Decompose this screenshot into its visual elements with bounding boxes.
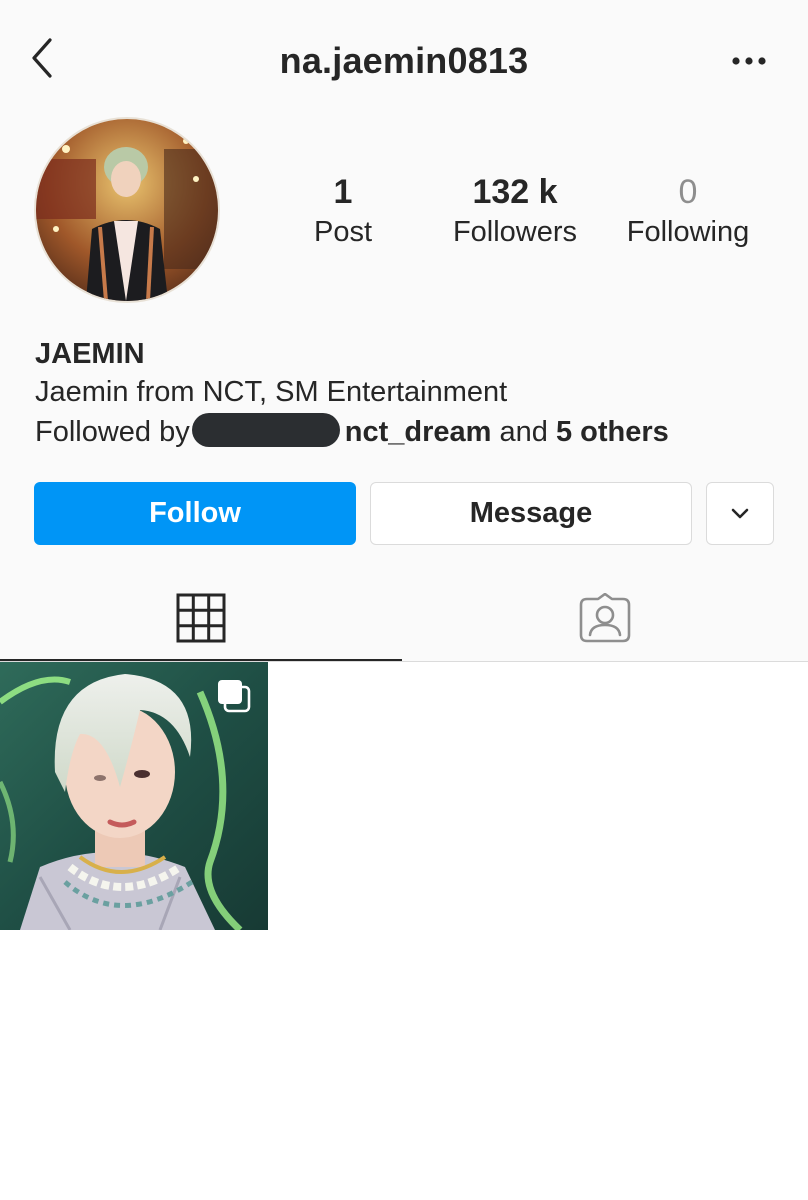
posts-count: 1 Post (292, 170, 394, 250)
profile-photo (36, 119, 218, 301)
more-horizontal-icon (732, 57, 766, 65)
followed-by-line[interactable]: Followed by nct_dream and 5 others (35, 412, 669, 452)
followed-by-conjunction: and (499, 416, 548, 448)
followed-by-others[interactable]: 5 others (556, 416, 669, 448)
profile-header: na.jaemin0813 (0, 0, 808, 120)
followers-count[interactable]: 132 k Followers (448, 170, 582, 250)
username-title: na.jaemin0813 (279, 40, 529, 81)
posts-count-value: 1 (333, 173, 353, 211)
bio-text: Jaemin from NCT, SM Entertainment (35, 376, 508, 408)
tab-posts-grid[interactable] (0, 575, 402, 661)
tagged-person-icon (579, 593, 631, 643)
post-thumbnail[interactable] (0, 662, 268, 930)
followers-count-label: Followers (452, 216, 578, 248)
followed-by-account[interactable]: nct_dream (345, 416, 492, 448)
carousel-icon (218, 680, 251, 713)
following-count-value: 0 (678, 173, 698, 211)
more-options-button[interactable] (726, 48, 772, 74)
followers-count-value: 132 k (472, 173, 558, 211)
message-button[interactable]: Message (370, 482, 692, 545)
redacted-username (191, 413, 340, 448)
avatar[interactable] (34, 117, 220, 303)
suggested-dropdown-button[interactable] (706, 482, 774, 545)
chevron-down-icon (731, 508, 749, 518)
grid-icon (176, 593, 226, 643)
tab-tagged[interactable] (402, 575, 808, 661)
following-count[interactable]: 0 Following (620, 170, 756, 250)
followed-by-prefix: Followed by (35, 416, 190, 448)
following-count-label: Following (626, 216, 750, 248)
profile-bio: JAEMIN Jaemin from NCT, SM Entertainment… (35, 336, 669, 452)
display-name: JAEMIN (35, 338, 145, 370)
posts-count-label: Post (313, 216, 373, 248)
follow-button[interactable]: Follow (34, 482, 356, 545)
